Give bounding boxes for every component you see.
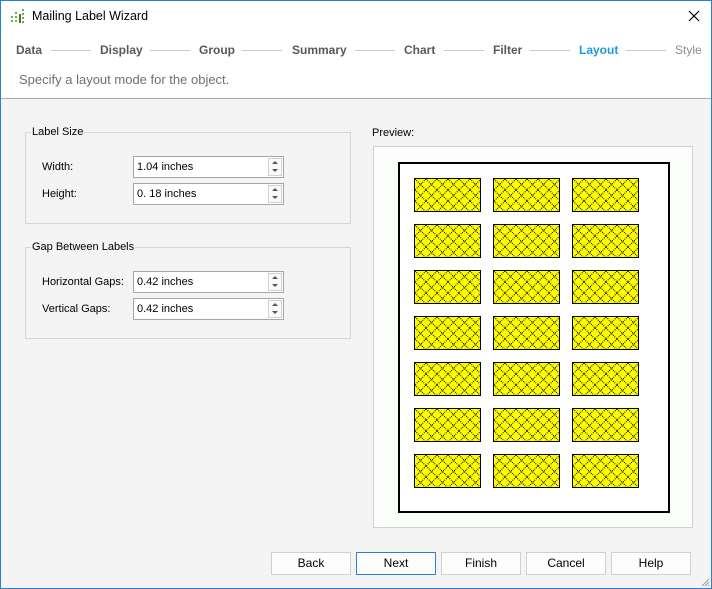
width-decrement-button[interactable]: [269, 167, 281, 175]
preview-label-cell: [414, 270, 481, 304]
preview-label-cell: [493, 316, 560, 350]
preview-label-cell: [414, 454, 481, 488]
width-increment-button[interactable]: [269, 159, 281, 167]
preview-label-cell: [414, 178, 481, 212]
width-label: Width:: [42, 161, 74, 173]
preview-label-cell: [414, 408, 481, 442]
horizontal-gaps-spin-buttons: [268, 273, 282, 291]
close-icon[interactable]: [685, 7, 703, 25]
step-style[interactable]: Style: [675, 43, 702, 57]
vertical-gaps-decrement-button[interactable]: [269, 309, 281, 317]
step-layout[interactable]: Layout: [579, 43, 618, 57]
next-button[interactable]: Next: [356, 552, 436, 575]
step-data[interactable]: Data: [16, 43, 42, 57]
step-description: Specify a layout mode for the object.: [19, 72, 230, 87]
title-bar: Mailing Label Wizard: [1, 1, 711, 32]
horizontal-gaps-label: Horizontal Gaps:: [42, 276, 124, 288]
width-spinner[interactable]: [133, 156, 284, 178]
height-increment-button[interactable]: [269, 186, 281, 194]
height-decrement-button[interactable]: [269, 194, 281, 202]
preview-label-cell: [572, 362, 639, 396]
preview-label-cell: [493, 270, 560, 304]
step-connector: [530, 50, 570, 51]
step-connector: [51, 50, 91, 51]
help-button[interactable]: Help: [611, 552, 691, 575]
resize-grip-icon[interactable]: [700, 577, 710, 587]
step-connector: [150, 50, 190, 51]
preview-label-cell: [414, 224, 481, 258]
step-connector: [242, 50, 282, 51]
vertical-gaps-spin-buttons: [268, 300, 282, 318]
preview-label-cell: [493, 408, 560, 442]
horizontal-gaps-input[interactable]: [137, 276, 262, 288]
width-spin-buttons: [268, 158, 282, 176]
step-group[interactable]: Group: [199, 43, 235, 57]
back-button[interactable]: Back: [271, 552, 351, 575]
step-connector: [626, 50, 666, 51]
preview-label-cell: [572, 224, 639, 258]
gap-between-labels-group: Gap Between Labels Horizontal Gaps: Vert…: [25, 241, 351, 339]
gap-legend: Gap Between Labels: [31, 241, 136, 253]
preview-label-cell: [572, 178, 639, 212]
cancel-button[interactable]: Cancel: [526, 552, 606, 575]
preview-label-cell: [414, 362, 481, 396]
vertical-gaps-label: Vertical Gaps:: [42, 303, 111, 315]
height-spinner[interactable]: [133, 183, 284, 205]
step-summary[interactable]: Summary: [292, 43, 347, 57]
horizontal-gaps-decrement-button[interactable]: [269, 282, 281, 290]
preview-page: [398, 162, 670, 513]
vertical-gaps-spinner[interactable]: [133, 298, 284, 320]
step-connector: [355, 50, 395, 51]
preview-label: Preview:: [372, 127, 415, 139]
step-display[interactable]: Display: [100, 43, 143, 57]
horizontal-gaps-increment-button[interactable]: [269, 274, 281, 282]
label-size-group: Label Size Width: Height:: [25, 126, 351, 224]
vertical-gaps-increment-button[interactable]: [269, 301, 281, 309]
preview-label-cell: [414, 316, 481, 350]
preview-label-cell: [493, 178, 560, 212]
horizontal-gaps-spinner[interactable]: [133, 271, 284, 293]
preview-label-cell: [493, 454, 560, 488]
label-size-legend: Label Size: [31, 126, 85, 138]
step-chart[interactable]: Chart: [404, 43, 435, 57]
window-title: Mailing Label Wizard: [32, 9, 149, 23]
preview-label-cell: [493, 224, 560, 258]
preview-panel: [373, 146, 693, 528]
preview-label-cell: [572, 270, 639, 304]
height-label: Height:: [42, 188, 77, 200]
vertical-gaps-input[interactable]: [137, 303, 262, 315]
step-filter[interactable]: Filter: [493, 43, 522, 57]
finish-button[interactable]: Finish: [441, 552, 521, 575]
height-input[interactable]: [137, 188, 262, 200]
step-connector: [444, 50, 484, 51]
preview-label-cell: [493, 362, 560, 396]
preview-label-cell: [572, 316, 639, 350]
height-spin-buttons: [268, 185, 282, 203]
width-input[interactable]: [137, 161, 262, 173]
preview-label-cell: [572, 408, 639, 442]
mailing-label-wizard-dialog: Mailing Label Wizard Data Display Group …: [0, 0, 712, 589]
wizard-steps-header: Data Display Group Summary Chart Filter …: [1, 32, 711, 99]
wizard-chart-icon: [11, 9, 24, 23]
preview-label-cell: [572, 454, 639, 488]
